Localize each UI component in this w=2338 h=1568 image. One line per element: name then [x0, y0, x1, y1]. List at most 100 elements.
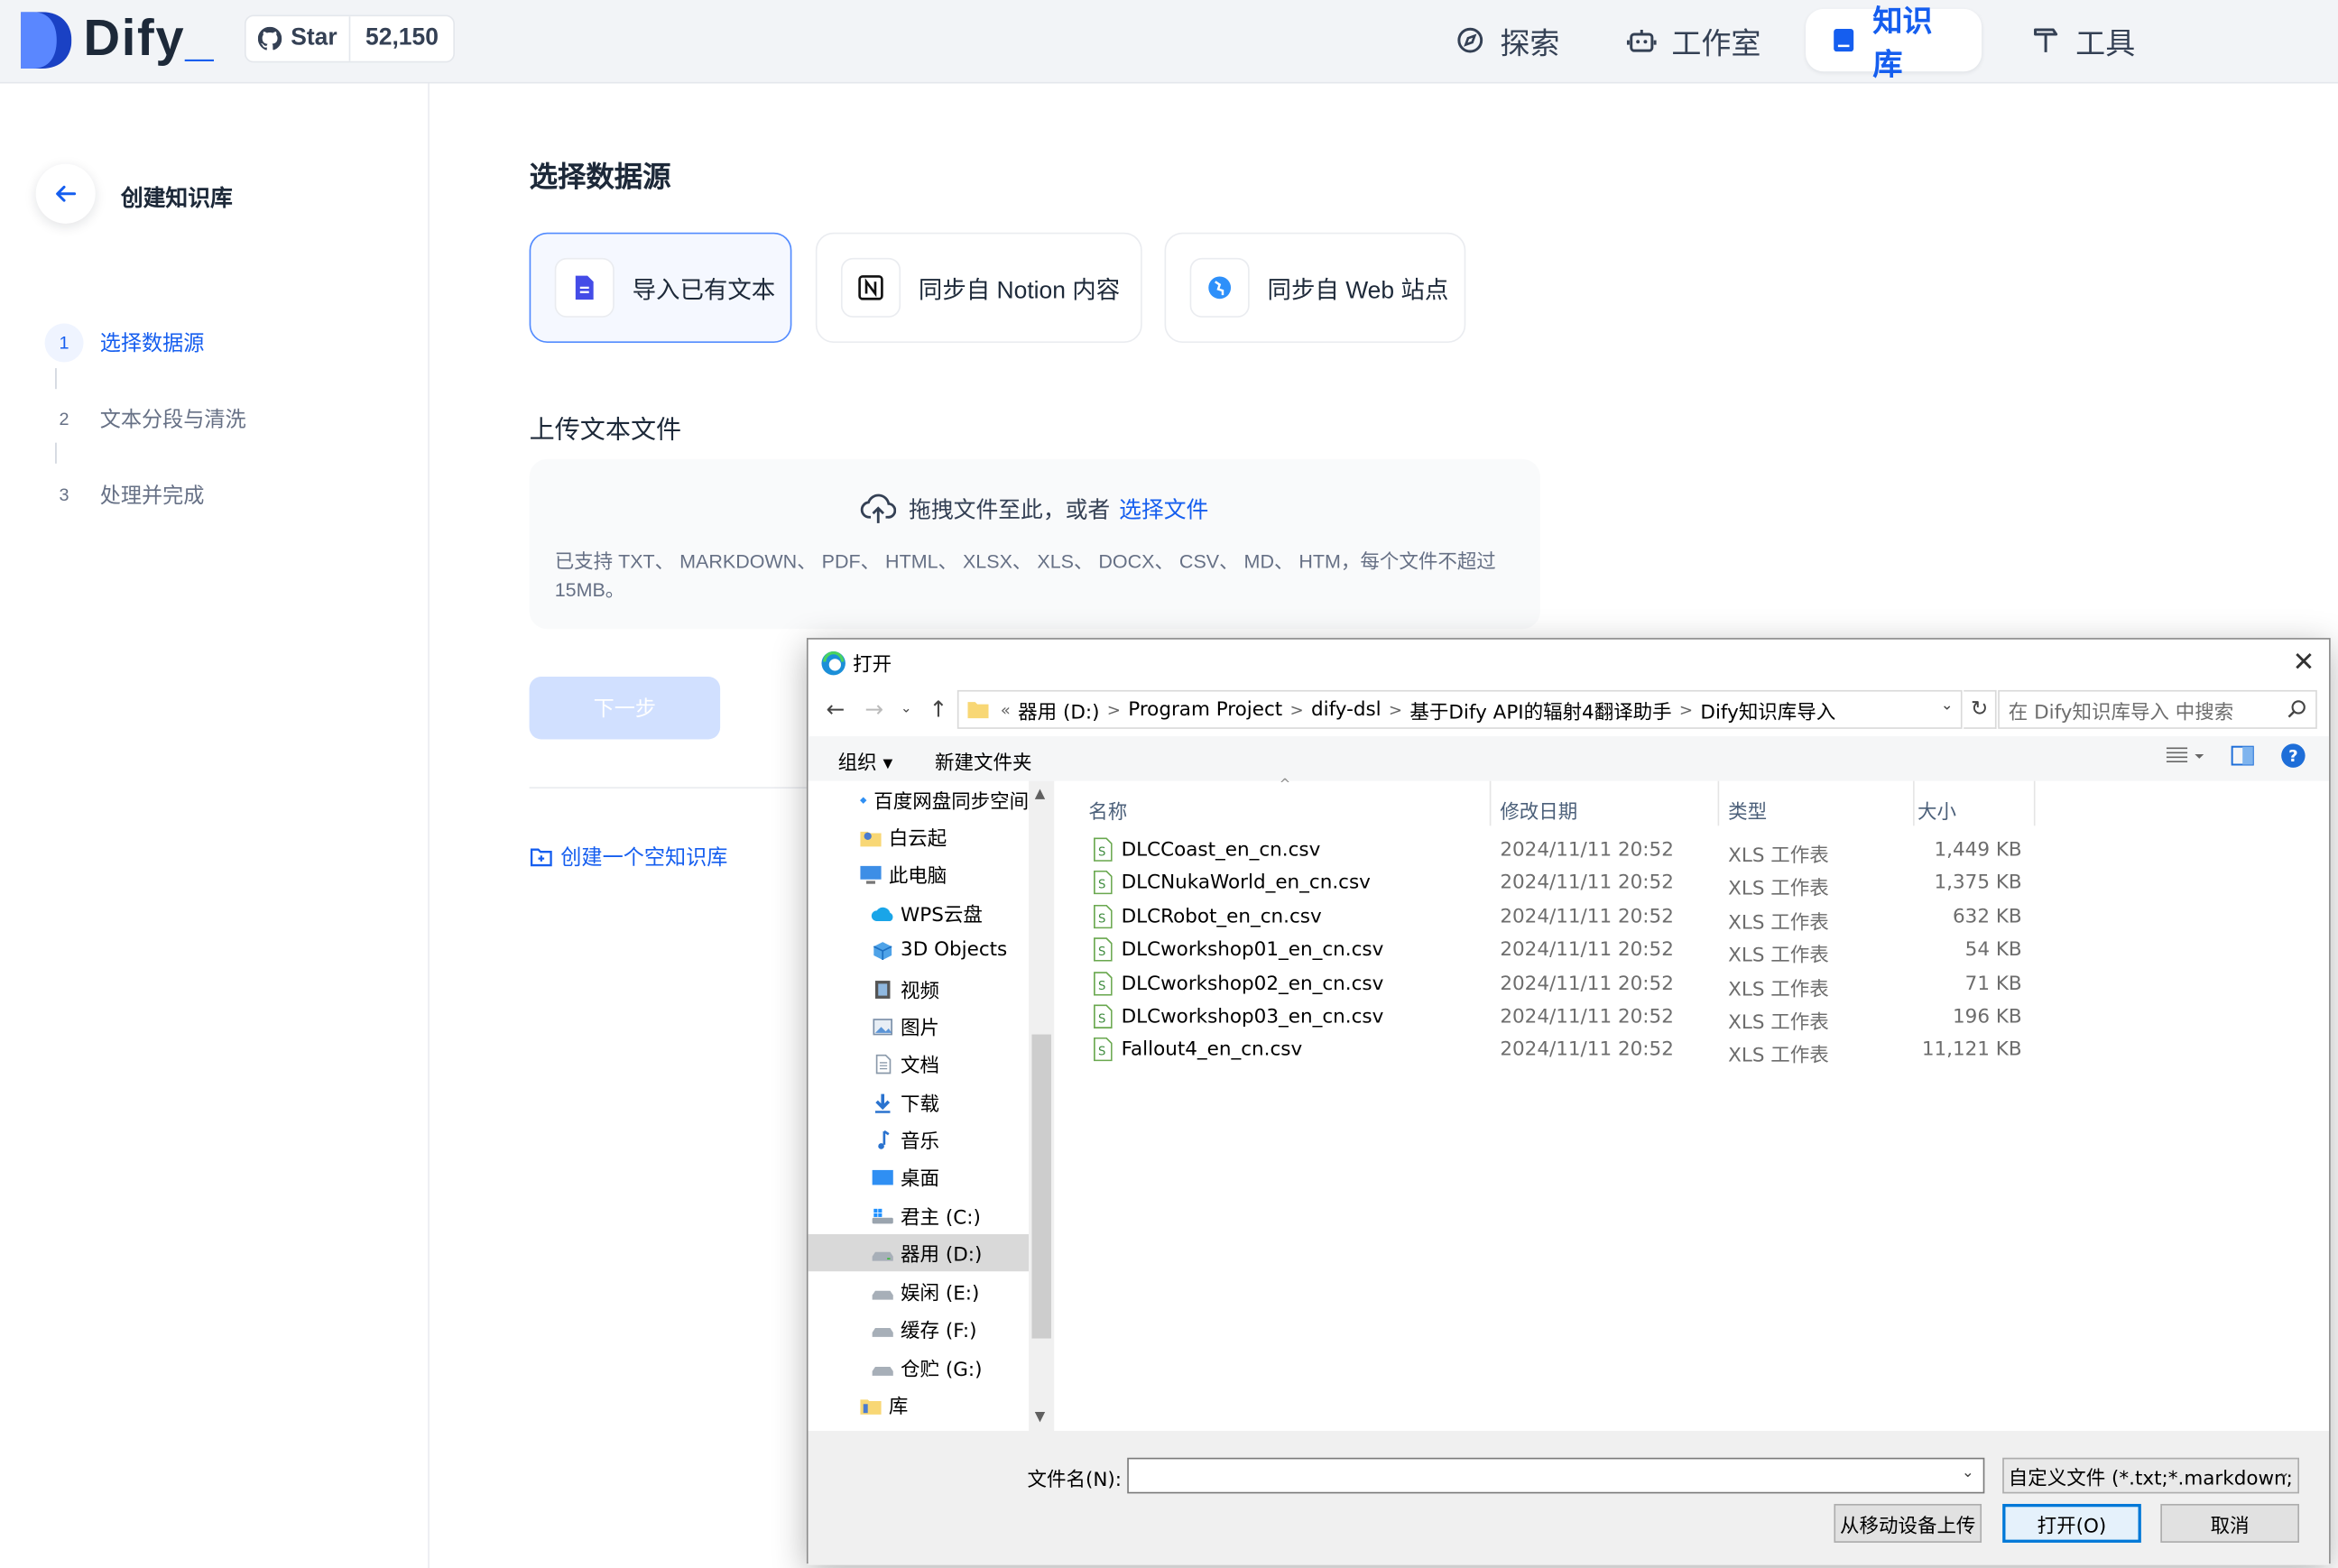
file-type-filter[interactable]: 自定义文件 (*.txt;*.markdown; ⌄	[2002, 1457, 2300, 1494]
source-web[interactable]: 同步自 Web 站点	[1164, 232, 1466, 343]
cancel-button[interactable]: 取消	[2160, 1503, 2300, 1543]
file-row[interactable]: S DLCworkshop03_en_cn.csv 2024/11/11 20:52…	[1056, 1001, 2329, 1035]
tree-item-desktop[interactable]: 桌面	[809, 1158, 1030, 1195]
search-icon	[2287, 700, 2306, 718]
nav-explore[interactable]: 探索	[1431, 9, 1584, 71]
back-arrow-icon[interactable]: ←	[826, 696, 845, 724]
tree-item-downloads[interactable]: 下载	[809, 1084, 1030, 1121]
file-name: DLCworkshop01_en_cn.csv	[1121, 939, 1384, 962]
file-size: 632 KB	[1952, 906, 2022, 928]
breadcrumb-item[interactable]: Dify知识库导入	[1700, 696, 1835, 724]
nav-knowledge[interactable]: 知识库	[1806, 6, 1982, 82]
source-label: 同步自 Notion 内容	[918, 278, 1121, 305]
forward-arrow-icon[interactable]: →	[864, 696, 883, 724]
address-dropdown-icon[interactable]: ⌄	[1941, 697, 1954, 714]
scroll-up-icon[interactable]: ▲	[1035, 787, 1045, 802]
arrow-left-icon	[56, 185, 77, 202]
file-row[interactable]: S DLCworkshop02_en_cn.csv 2024/11/11 20:52…	[1056, 967, 2329, 1001]
file-dropzone[interactable]: 拖拽文件至此，或者 选择文件 已支持 TXT、 MARKDOWN、 PDF、 H…	[529, 458, 1540, 630]
chevron-right-icon: >	[1289, 699, 1304, 720]
help-icon[interactable]: ?	[2281, 743, 2306, 768]
tree-item-drive-c[interactable]: 君主 (C:)	[809, 1197, 1030, 1234]
address-bar[interactable]: « 器用 (D:) > Program Project > dify-dsl >…	[956, 689, 1963, 729]
source-notion[interactable]: 同步自 Notion 内容	[815, 232, 1142, 343]
create-empty-dataset-link[interactable]: 创建一个空知识库	[530, 842, 728, 872]
tree-item-drive-f[interactable]: 缓存 (F:)	[809, 1310, 1030, 1347]
tree-item-user[interactable]: 白云起	[809, 818, 1030, 855]
tree-item-drive-e[interactable]: 娱闲 (E:)	[809, 1273, 1030, 1310]
column-divider[interactable]	[1489, 780, 1492, 826]
file-row[interactable]: S DLCCoast_en_cn.csv 2024/11/11 20:52 XLS 工…	[1056, 834, 2329, 868]
tree-item-drive-g[interactable]: 仓贮 (G:)	[809, 1349, 1030, 1386]
up-arrow-icon[interactable]: ↑	[929, 696, 947, 724]
new-folder-button[interactable]: 新建文件夹	[935, 747, 1031, 775]
folder-icon	[967, 702, 989, 719]
csv-file-icon: S	[1094, 871, 1113, 895]
file-row[interactable]: S Fallout4_en_cn.csv 2024/11/11 20:52 XLS 工…	[1056, 1034, 2329, 1068]
drop-text: 拖拽文件至此，或者	[909, 496, 1111, 523]
choose-file-link[interactable]: 选择文件	[1119, 493, 1208, 524]
column-divider[interactable]	[2033, 780, 2036, 826]
preview-pane-icon[interactable]	[2231, 745, 2254, 766]
file-row[interactable]: S DLCNukaWorld_en_cn.csv 2024/11/11 20:52 X…	[1056, 867, 2329, 901]
file-list: 名称 ^ 修改日期 类型 大小 S DLCCoast_en_cn.csv 2024/…	[1055, 778, 2330, 1432]
nav-studio[interactable]: 工作室	[1603, 9, 1785, 71]
breadcrumb-item[interactable]: dify-dsl	[1311, 698, 1382, 721]
notion-icon	[840, 257, 901, 318]
file-type: XLS 工作表	[1728, 978, 1829, 1001]
file-name: DLCworkshop02_en_cn.csv	[1121, 973, 1384, 995]
open-button[interactable]: 打开(O)	[2002, 1503, 2141, 1543]
column-divider[interactable]	[1913, 780, 1915, 826]
tree-item-wps-cloud[interactable]: WPS云盘	[809, 894, 1030, 931]
tree-scrollbar[interactable]: ▲ ▼	[1029, 780, 1055, 1432]
chevron-down-icon[interactable]: ⌄	[2278, 1465, 2290, 1481]
dify-logo[interactable]: Dify_	[21, 11, 215, 69]
dialog-close-button[interactable]: ✕	[2278, 640, 2329, 686]
tree-item-music[interactable]: 音乐	[809, 1121, 1030, 1158]
tree-item-documents[interactable]: 文档	[809, 1045, 1030, 1082]
step-label: 文本分段与清洗	[99, 407, 246, 431]
github-star-button[interactable]: Star 52,150	[244, 14, 456, 63]
tree-item-drive-d[interactable]: 器用 (D:)	[808, 1233, 1030, 1272]
back-button[interactable]	[35, 163, 96, 224]
column-header-name[interactable]: 名称	[1088, 796, 1127, 825]
breadcrumb-item[interactable]: Program Project	[1128, 698, 1282, 721]
tree-item-videos[interactable]: 视频	[809, 971, 1030, 1008]
tree-item-this-pc[interactable]: 此电脑	[809, 855, 1030, 892]
music-folder-icon	[878, 1130, 890, 1148]
tree-item-3d-objects[interactable]: 3D Objects	[809, 932, 1030, 969]
column-header-type[interactable]: 类型	[1728, 796, 1767, 825]
column-header-date[interactable]: 修改日期	[1500, 796, 1577, 825]
tree-item-pictures[interactable]: 图片	[809, 1008, 1030, 1045]
filename-input[interactable]: ⌄	[1127, 1457, 1985, 1494]
section-title: 选择数据源	[529, 162, 671, 194]
step-connector	[55, 442, 57, 464]
scrollbar-thumb[interactable]	[1031, 1034, 1051, 1339]
svg-text:S: S	[1098, 845, 1105, 859]
file-name: DLCworkshop03_en_cn.csv	[1121, 1006, 1384, 1028]
column-header-size[interactable]: 大小	[1918, 796, 1956, 825]
tree-item-libraries[interactable]: 库	[809, 1386, 1030, 1423]
chevron-down-icon[interactable]: ⌄	[1962, 1465, 1974, 1481]
search-box[interactable]: 在 Dify知识库导入 中搜索	[1998, 689, 2317, 729]
nav-studio-label: 工作室	[1671, 27, 1761, 60]
tree-item-baidu-sync[interactable]: 百度网盘同步空间	[809, 781, 1029, 818]
create-empty-label: 创建一个空知识库	[560, 844, 728, 870]
nav-tools[interactable]: 工具	[2007, 9, 2159, 71]
next-button[interactable]: 下一步	[529, 677, 721, 740]
refresh-icon[interactable]: ↻	[1964, 689, 1997, 729]
column-divider[interactable]	[1717, 780, 1720, 826]
file-type: XLS 工作表	[1728, 1011, 1829, 1035]
organize-menu[interactable]: 组织 ▾	[838, 747, 893, 775]
recent-dropdown-icon[interactable]: ⌄	[901, 702, 911, 717]
file-date: 2024/11/11 20:52	[1500, 1039, 1674, 1062]
scroll-down-icon[interactable]: ▼	[1035, 1410, 1045, 1425]
file-row[interactable]: S DLCworkshop01_en_cn.csv 2024/11/11 20:52…	[1056, 934, 2329, 968]
upload-from-mobile-button[interactable]: 从移动设备上传	[1834, 1503, 1982, 1543]
file-row[interactable]: S DLCRobot_en_cn.csv 2024/11/11 20:52 XLS 工…	[1056, 900, 2329, 935]
source-import-text[interactable]: 导入已有文本	[529, 232, 792, 343]
details-view-icon[interactable]	[2165, 745, 2204, 766]
robot-icon	[1626, 30, 1657, 52]
breadcrumb-item[interactable]: 基于Dify API的辐射4翻译助手	[1409, 696, 1671, 724]
breadcrumb-item[interactable]: 器用 (D:)	[1018, 696, 1099, 724]
